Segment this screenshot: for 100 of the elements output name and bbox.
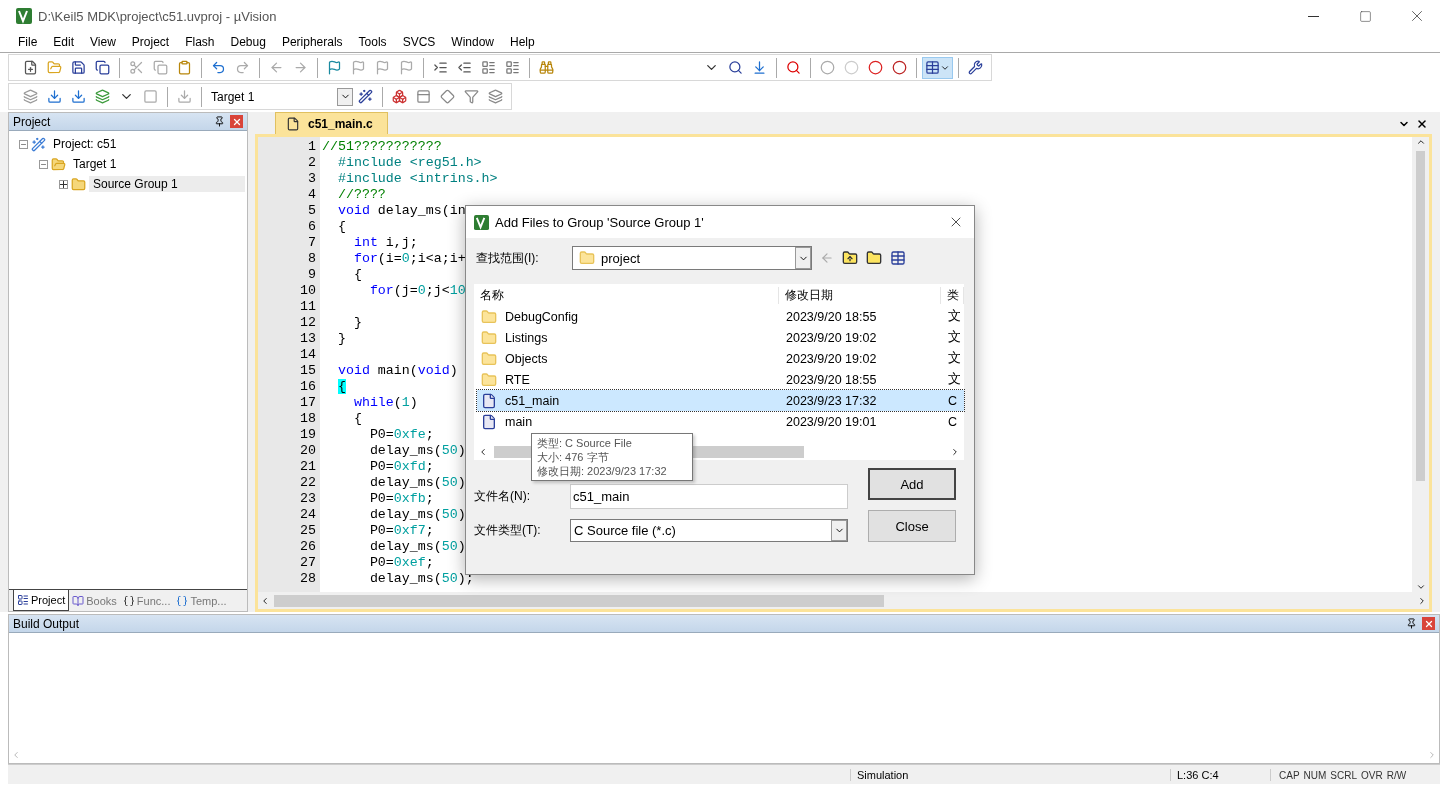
panel-tab[interactable]: Temp... bbox=[173, 590, 230, 611]
wrench-icon bbox=[968, 60, 983, 75]
field-label: 文件名(N): bbox=[474, 488, 531, 505]
tooltip-line: 类型: C Source File bbox=[537, 436, 633, 450]
folder-icon bbox=[481, 329, 497, 346]
file-date: 2023/9/20 19:01 bbox=[785, 414, 878, 429]
menu-item[interactable]: Flash bbox=[177, 35, 223, 49]
panel-tab[interactable]: Func... bbox=[119, 590, 174, 611]
menu-item[interactable]: Project bbox=[123, 35, 178, 49]
file-name: RTE bbox=[504, 372, 530, 387]
dialog-button[interactable]: Close bbox=[868, 510, 956, 542]
code-line: delay_ms(50) bbox=[368, 507, 466, 523]
scroll-up-icon[interactable] bbox=[1415, 137, 1426, 147]
panel-tab[interactable]: Books bbox=[69, 590, 120, 611]
file-row[interactable]: Listings 2023/9/20 19:02 文 bbox=[477, 327, 964, 348]
code-line: P0=0xf7; bbox=[368, 523, 434, 539]
line-number: 13 bbox=[299, 331, 317, 347]
vertical-scrollbar[interactable] bbox=[1412, 137, 1429, 592]
close-tab-icon[interactable] bbox=[1416, 118, 1428, 130]
target-dropdown[interactable]: Target 1 bbox=[207, 86, 353, 107]
file-name: main bbox=[504, 414, 533, 429]
redo-icon bbox=[235, 60, 250, 75]
scroll-right-icon[interactable] bbox=[1417, 595, 1427, 606]
find-icon bbox=[539, 60, 554, 75]
menu-item[interactable]: Edit bbox=[45, 35, 83, 49]
close-icon bbox=[1423, 618, 1434, 629]
line-number: 16 bbox=[299, 379, 317, 395]
file-row[interactable]: main 2023/9/20 19:01 C bbox=[477, 411, 964, 432]
flag-icon bbox=[327, 60, 342, 75]
code-line: { bbox=[352, 267, 362, 283]
menu-item[interactable]: SVCS bbox=[394, 35, 444, 49]
line-number: 19 bbox=[299, 427, 317, 443]
scroll-right-icon[interactable] bbox=[950, 446, 960, 457]
menu-item[interactable]: View bbox=[82, 35, 124, 49]
code-line: delay_ms(50) bbox=[368, 539, 466, 555]
up-folder-icon[interactable] bbox=[842, 250, 858, 266]
minimize-icon bbox=[1307, 15, 1319, 17]
file-name-field[interactable]: c51_main bbox=[570, 484, 848, 509]
editor-tab[interactable]: c51_main.c bbox=[275, 112, 388, 134]
window-layout-button[interactable] bbox=[922, 56, 953, 79]
forward-icon bbox=[293, 60, 308, 75]
line-number: 8 bbox=[307, 251, 317, 267]
file-row[interactable]: c51_main 2023/9/23 17:32 C bbox=[477, 390, 964, 411]
collapse-button[interactable] bbox=[19, 139, 28, 149]
tree-item[interactable]: Project: c51 bbox=[49, 136, 121, 152]
app-logo-icon bbox=[474, 214, 489, 230]
line-number: 4 bbox=[307, 187, 317, 203]
paste-icon bbox=[177, 60, 192, 75]
menu-item[interactable]: Help bbox=[502, 35, 543, 49]
options-icon bbox=[358, 89, 373, 104]
new-file-icon bbox=[23, 60, 38, 75]
tree-item[interactable]: Source Group 1 bbox=[89, 176, 245, 192]
column-header[interactable]: 名称 bbox=[474, 286, 779, 304]
line-number: 18 bbox=[299, 411, 317, 427]
code-line: P0=0xfe; bbox=[368, 427, 434, 443]
file-name: Objects bbox=[504, 351, 548, 366]
close-icon bbox=[231, 116, 242, 127]
line-number: 21 bbox=[299, 459, 317, 475]
file-type: C bbox=[947, 393, 959, 408]
close-panel-button[interactable] bbox=[230, 115, 243, 128]
scroll-left-icon[interactable] bbox=[260, 595, 270, 606]
menu-item[interactable]: Peripherals bbox=[273, 35, 351, 49]
line-number: 24 bbox=[299, 507, 317, 523]
scroll-left-icon[interactable] bbox=[478, 446, 488, 457]
menu-item[interactable]: File bbox=[10, 35, 46, 49]
menu-item[interactable]: Debug bbox=[222, 35, 274, 49]
expand-button[interactable] bbox=[59, 179, 68, 189]
flag-icon bbox=[375, 60, 390, 75]
file-type: 文 bbox=[947, 371, 962, 388]
menu-item[interactable]: Window bbox=[443, 35, 502, 49]
code-line: int i,j; bbox=[352, 235, 418, 251]
code-line: { bbox=[352, 411, 362, 427]
column-header[interactable]: 类 bbox=[941, 286, 964, 304]
scroll-down-icon[interactable] bbox=[1415, 582, 1426, 592]
code-line: //???? bbox=[336, 187, 386, 203]
code-line: P0=0xfb; bbox=[368, 491, 434, 507]
outdent-icon bbox=[457, 60, 472, 75]
file-type: 文 bbox=[947, 350, 962, 367]
menu-item[interactable]: Tools bbox=[350, 35, 395, 49]
panel-title: Build Output bbox=[13, 616, 80, 631]
file-row[interactable]: Objects 2023/9/20 19:02 文 bbox=[477, 348, 964, 369]
view-menu-icon[interactable] bbox=[890, 250, 906, 266]
code-line: while(1) bbox=[352, 395, 418, 411]
dialog-button[interactable]: Add bbox=[868, 468, 956, 500]
file-type-dropdown[interactable]: C Source file (*.c) bbox=[570, 519, 848, 542]
plus-icon bbox=[60, 180, 67, 188]
open-folder-icon bbox=[51, 156, 66, 172]
collapse-button[interactable] bbox=[39, 159, 48, 169]
book-icon bbox=[72, 594, 85, 607]
tree-item[interactable]: Target 1 bbox=[69, 156, 121, 172]
column-header[interactable]: 修改日期 bbox=[779, 286, 941, 304]
close-panel-button[interactable] bbox=[1422, 617, 1435, 630]
look-in-dropdown[interactable]: project bbox=[572, 246, 812, 270]
file-row[interactable]: DebugConfig 2023/9/20 18:55 文 bbox=[477, 306, 964, 327]
status-text: Simulation bbox=[850, 768, 1170, 781]
new-folder-icon[interactable] bbox=[866, 250, 882, 266]
horizontal-scrollbar[interactable] bbox=[258, 592, 1429, 609]
code-line: for(i=0;i<a;i+ bbox=[352, 251, 466, 267]
panel-tab[interactable]: Project bbox=[13, 590, 70, 611]
file-row[interactable]: RTE 2023/9/20 18:55 文 bbox=[477, 369, 964, 390]
